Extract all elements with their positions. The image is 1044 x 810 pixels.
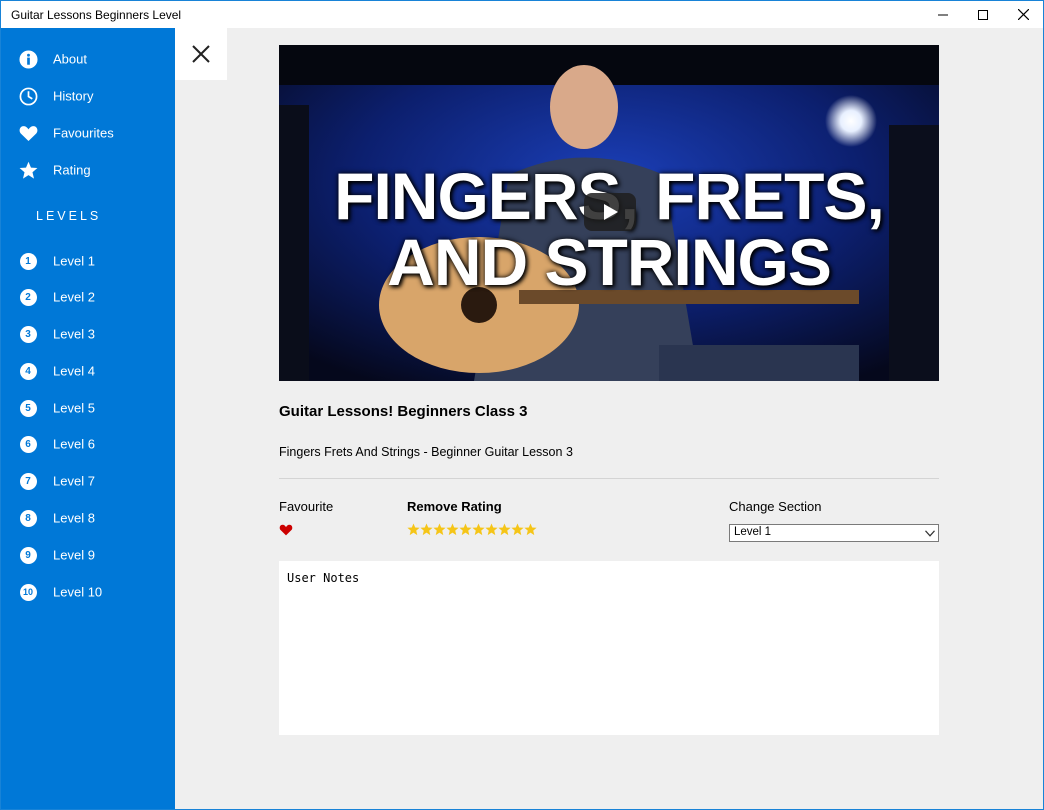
sidebar-item-label: Level 9 — [53, 547, 95, 563]
sidebar: About History Favourites Rating LEVELS 1… — [1, 28, 175, 809]
favourite-label: Favourite — [279, 499, 334, 514]
sidebar-item-label: Favourites — [53, 125, 114, 141]
sidebar-item-label: Level 5 — [53, 400, 95, 416]
sidebar-item-about[interactable]: About — [1, 41, 175, 77]
level-number-icon: 2 — [19, 288, 37, 306]
sidebar-item-level-9[interactable]: 9 Level 9 — [1, 537, 175, 573]
close-window-button[interactable] — [1000, 1, 1043, 28]
rating-star-icon[interactable] — [472, 523, 485, 536]
sidebar-item-label: Level 6 — [53, 436, 95, 452]
level-number-icon: 5 — [19, 399, 37, 417]
level-number-icon: 10 — [19, 583, 37, 601]
sidebar-item-label: Level 10 — [53, 584, 103, 600]
video-player[interactable]: FINGERS, FRETS, AND STRINGS — [279, 45, 939, 381]
section-dropdown-value: Level 1 — [734, 526, 772, 538]
sidebar-item-rating[interactable]: Rating — [1, 152, 175, 188]
section-dropdown[interactable]: Level 1 — [729, 524, 939, 542]
sidebar-item-level-7[interactable]: 7 Level 7 — [1, 463, 175, 499]
sidebar-item-level-4[interactable]: 4 Level 4 — [1, 353, 175, 389]
clock-icon — [18, 86, 38, 106]
level-number-icon: 9 — [19, 546, 37, 564]
sidebar-item-label: About — [53, 51, 87, 67]
sidebar-item-label: History — [53, 88, 94, 104]
star-icon — [18, 160, 38, 180]
sidebar-item-level-5[interactable]: 5 Level 5 — [1, 390, 175, 426]
rating-star-icon[interactable] — [511, 523, 524, 536]
close-pane-button[interactable] — [175, 28, 227, 80]
lesson-title: Guitar Lessons! Beginners Class 3 — [279, 403, 528, 420]
close-icon — [192, 45, 210, 63]
change-section-label: Change Section — [729, 499, 822, 514]
rating-stars[interactable] — [407, 523, 537, 536]
sidebar-item-level-1[interactable]: 1 Level 1 — [1, 243, 175, 279]
play-icon — [604, 204, 618, 220]
sidebar-item-level-2[interactable]: 2 Level 2 — [1, 279, 175, 315]
lesson-subtitle: Fingers Frets And Strings - Beginner Gui… — [279, 445, 573, 459]
sidebar-item-label: Level 2 — [53, 289, 95, 305]
level-number-icon: 7 — [19, 472, 37, 490]
play-button[interactable] — [584, 193, 636, 231]
user-notes-placeholder: User Notes — [287, 571, 360, 585]
rating-star-icon[interactable] — [498, 523, 511, 536]
window-title: Guitar Lessons Beginners Level — [11, 8, 182, 22]
rating-star-icon[interactable] — [485, 523, 498, 536]
rating-star-icon[interactable] — [433, 523, 446, 536]
user-notes-field[interactable]: User Notes — [279, 561, 939, 735]
maximize-icon — [978, 9, 988, 20]
sidebar-item-favourites[interactable]: Favourites — [1, 115, 175, 151]
heart-icon — [279, 524, 293, 536]
info-icon — [18, 49, 38, 69]
level-number-icon: 6 — [19, 435, 37, 453]
sidebar-item-label: Level 4 — [53, 363, 95, 379]
remove-rating-button[interactable]: Remove Rating — [407, 499, 502, 514]
level-number-icon: 8 — [19, 509, 37, 527]
minimize-icon — [938, 14, 948, 15]
level-number-icon: 1 — [19, 252, 37, 270]
rating-star-icon[interactable] — [420, 523, 433, 536]
sidebar-item-label: Level 7 — [53, 473, 95, 489]
level-number-icon: 4 — [19, 362, 37, 380]
rating-star-icon[interactable] — [459, 523, 472, 536]
rating-star-icon[interactable] — [407, 523, 420, 536]
sidebar-item-label: Level 1 — [53, 253, 95, 269]
heart-icon — [18, 123, 38, 143]
divider — [279, 478, 939, 479]
chevron-down-icon — [925, 528, 935, 540]
sidebar-item-level-8[interactable]: 8 Level 8 — [1, 500, 175, 536]
favourite-toggle[interactable] — [279, 523, 293, 541]
sidebar-item-label: Level 3 — [53, 326, 95, 342]
rating-star-icon[interactable] — [524, 523, 537, 536]
sidebar-item-level-3[interactable]: 3 Level 3 — [1, 316, 175, 352]
level-number-icon: 3 — [19, 325, 37, 343]
app-window: Guitar Lessons Beginners Level About His… — [0, 0, 1044, 810]
title-bar: Guitar Lessons Beginners Level — [1, 1, 1043, 28]
sidebar-item-level-10[interactable]: 10 Level 10 — [1, 574, 175, 610]
sidebar-item-label: Level 8 — [53, 510, 95, 526]
rating-star-icon[interactable] — [446, 523, 459, 536]
levels-heading: LEVELS — [36, 209, 102, 223]
sidebar-item-label: Rating — [53, 162, 91, 178]
close-icon — [1017, 9, 1029, 20]
sidebar-item-level-6[interactable]: 6 Level 6 — [1, 426, 175, 462]
sidebar-item-history[interactable]: History — [1, 78, 175, 114]
